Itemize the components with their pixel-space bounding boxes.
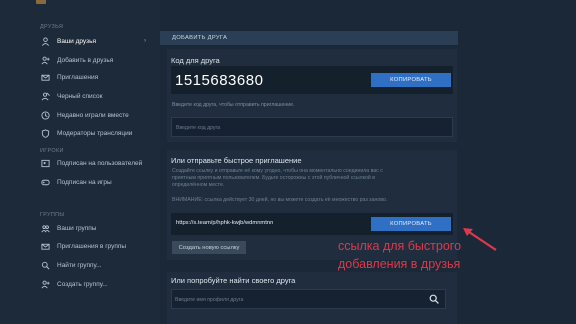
group-mail-icon bbox=[40, 241, 50, 251]
annotation-text-line2: добавления в друзья bbox=[338, 257, 461, 271]
sidebar-item-blocked[interactable]: Черный список bbox=[0, 87, 160, 105]
group-icon bbox=[40, 223, 50, 233]
sidebar-section-friends: ДРУЗЬЯ bbox=[40, 24, 64, 30]
sidebar-item-group-invites[interactable]: Приглашения в группы bbox=[0, 237, 160, 255]
add-group-icon bbox=[40, 279, 50, 289]
copy-code-button[interactable]: КОПИРОВАТЬ bbox=[371, 73, 451, 87]
sidebar-item-label: Найти группу... bbox=[57, 261, 102, 269]
invite-link-value[interactable]: https://s.team/p/hphk-kwjb/wdmnmtnn bbox=[176, 220, 273, 226]
new-link-button[interactable]: Создать новую ссылку bbox=[172, 241, 246, 254]
add-friend-icon bbox=[40, 55, 50, 65]
person-icon bbox=[40, 36, 50, 46]
annotation-arrow-icon bbox=[463, 228, 497, 251]
avatar[interactable] bbox=[36, 0, 46, 4]
search-friend-title: Или попробуйте найти своего друга bbox=[171, 276, 296, 285]
sidebar-item-label: Приглашения в группы bbox=[57, 242, 127, 250]
steam-friends-window: ДРУЗЬЯ Ваши друзья › Добавить в друзья П… bbox=[0, 0, 576, 324]
sidebar-item-label: Черный список bbox=[57, 92, 103, 100]
sidebar-item-label: Недавно играли вместе bbox=[57, 111, 129, 119]
sidebar-item-add-friend[interactable]: Добавить в друзья bbox=[0, 51, 160, 69]
sidebar-section-groups: ГРУППЫ bbox=[40, 212, 65, 218]
gamepad-icon bbox=[40, 177, 50, 187]
shield-icon bbox=[40, 128, 50, 138]
people-icon bbox=[40, 158, 50, 168]
chevron-right-icon: › bbox=[144, 38, 146, 44]
sidebar-item-label: Подписан на игры bbox=[57, 178, 112, 186]
sidebar-item-create-group[interactable]: Создать группу... bbox=[0, 275, 160, 293]
sidebar-item-label: Добавить в друзья bbox=[57, 56, 114, 64]
sidebar-item-your-friends[interactable]: Ваши друзья › bbox=[0, 32, 160, 50]
sidebar-item-invites[interactable]: Приглашения bbox=[0, 68, 160, 86]
sidebar-item-label: Модераторы трансляции bbox=[57, 129, 133, 137]
sidebar-item-broadcast-moderators[interactable]: Модераторы трансляции bbox=[0, 124, 160, 142]
sidebar-item-label: Ваши группы bbox=[57, 224, 97, 232]
tab-add-friend[interactable]: ДОБАВИТЬ ДРУГА bbox=[160, 31, 458, 45]
friend-code-value: 1515683680 bbox=[175, 72, 264, 89]
annotation-text-line1: ссылка для быстрого bbox=[338, 239, 462, 253]
sidebar: ДРУЗЬЯ Ваши друзья › Добавить в друзья П… bbox=[0, 0, 160, 324]
mail-icon bbox=[40, 72, 50, 82]
main-content: ДОБАВИТЬ ДРУГА Код для друга 1515683680 … bbox=[160, 0, 576, 324]
sidebar-item-following-users[interactable]: Подписан на пользователей bbox=[0, 154, 160, 172]
friend-code-input-placeholder: Введите код друга bbox=[176, 125, 221, 131]
sidebar-item-recently-played[interactable]: Недавно играли вместе bbox=[0, 106, 160, 124]
friend-code-title: Код для друга bbox=[171, 56, 220, 65]
sidebar-item-label: Создать группу... bbox=[57, 280, 108, 288]
search-group-icon bbox=[40, 260, 50, 270]
sidebar-item-label: Приглашения bbox=[57, 73, 99, 81]
sidebar-item-your-groups[interactable]: Ваши группы bbox=[0, 219, 160, 237]
search-icon[interactable] bbox=[429, 294, 439, 304]
sidebar-item-following-games[interactable]: Подписан на игры bbox=[0, 173, 160, 191]
quick-invite-note: ВНИМАНИЕ: ссылка действует 30 дней, но в… bbox=[172, 197, 388, 203]
block-icon bbox=[40, 91, 50, 101]
sidebar-item-label: Ваши друзья bbox=[57, 37, 97, 45]
quick-invite-title: Или отправьте быстрое приглашение bbox=[171, 156, 302, 165]
sidebar-item-find-group[interactable]: Найти группу... bbox=[0, 256, 160, 274]
quick-invite-desc-3: определённом месте. bbox=[172, 182, 225, 188]
search-friend-placeholder: Введите имя профиля друга bbox=[175, 297, 244, 303]
copy-link-button[interactable]: КОПИРОВАТЬ bbox=[371, 217, 451, 231]
friend-code-hint: Введите код друга, чтобы отправить пригл… bbox=[172, 102, 295, 108]
clock-icon bbox=[40, 110, 50, 120]
sidebar-item-label: Подписан на пользователей bbox=[57, 159, 143, 167]
